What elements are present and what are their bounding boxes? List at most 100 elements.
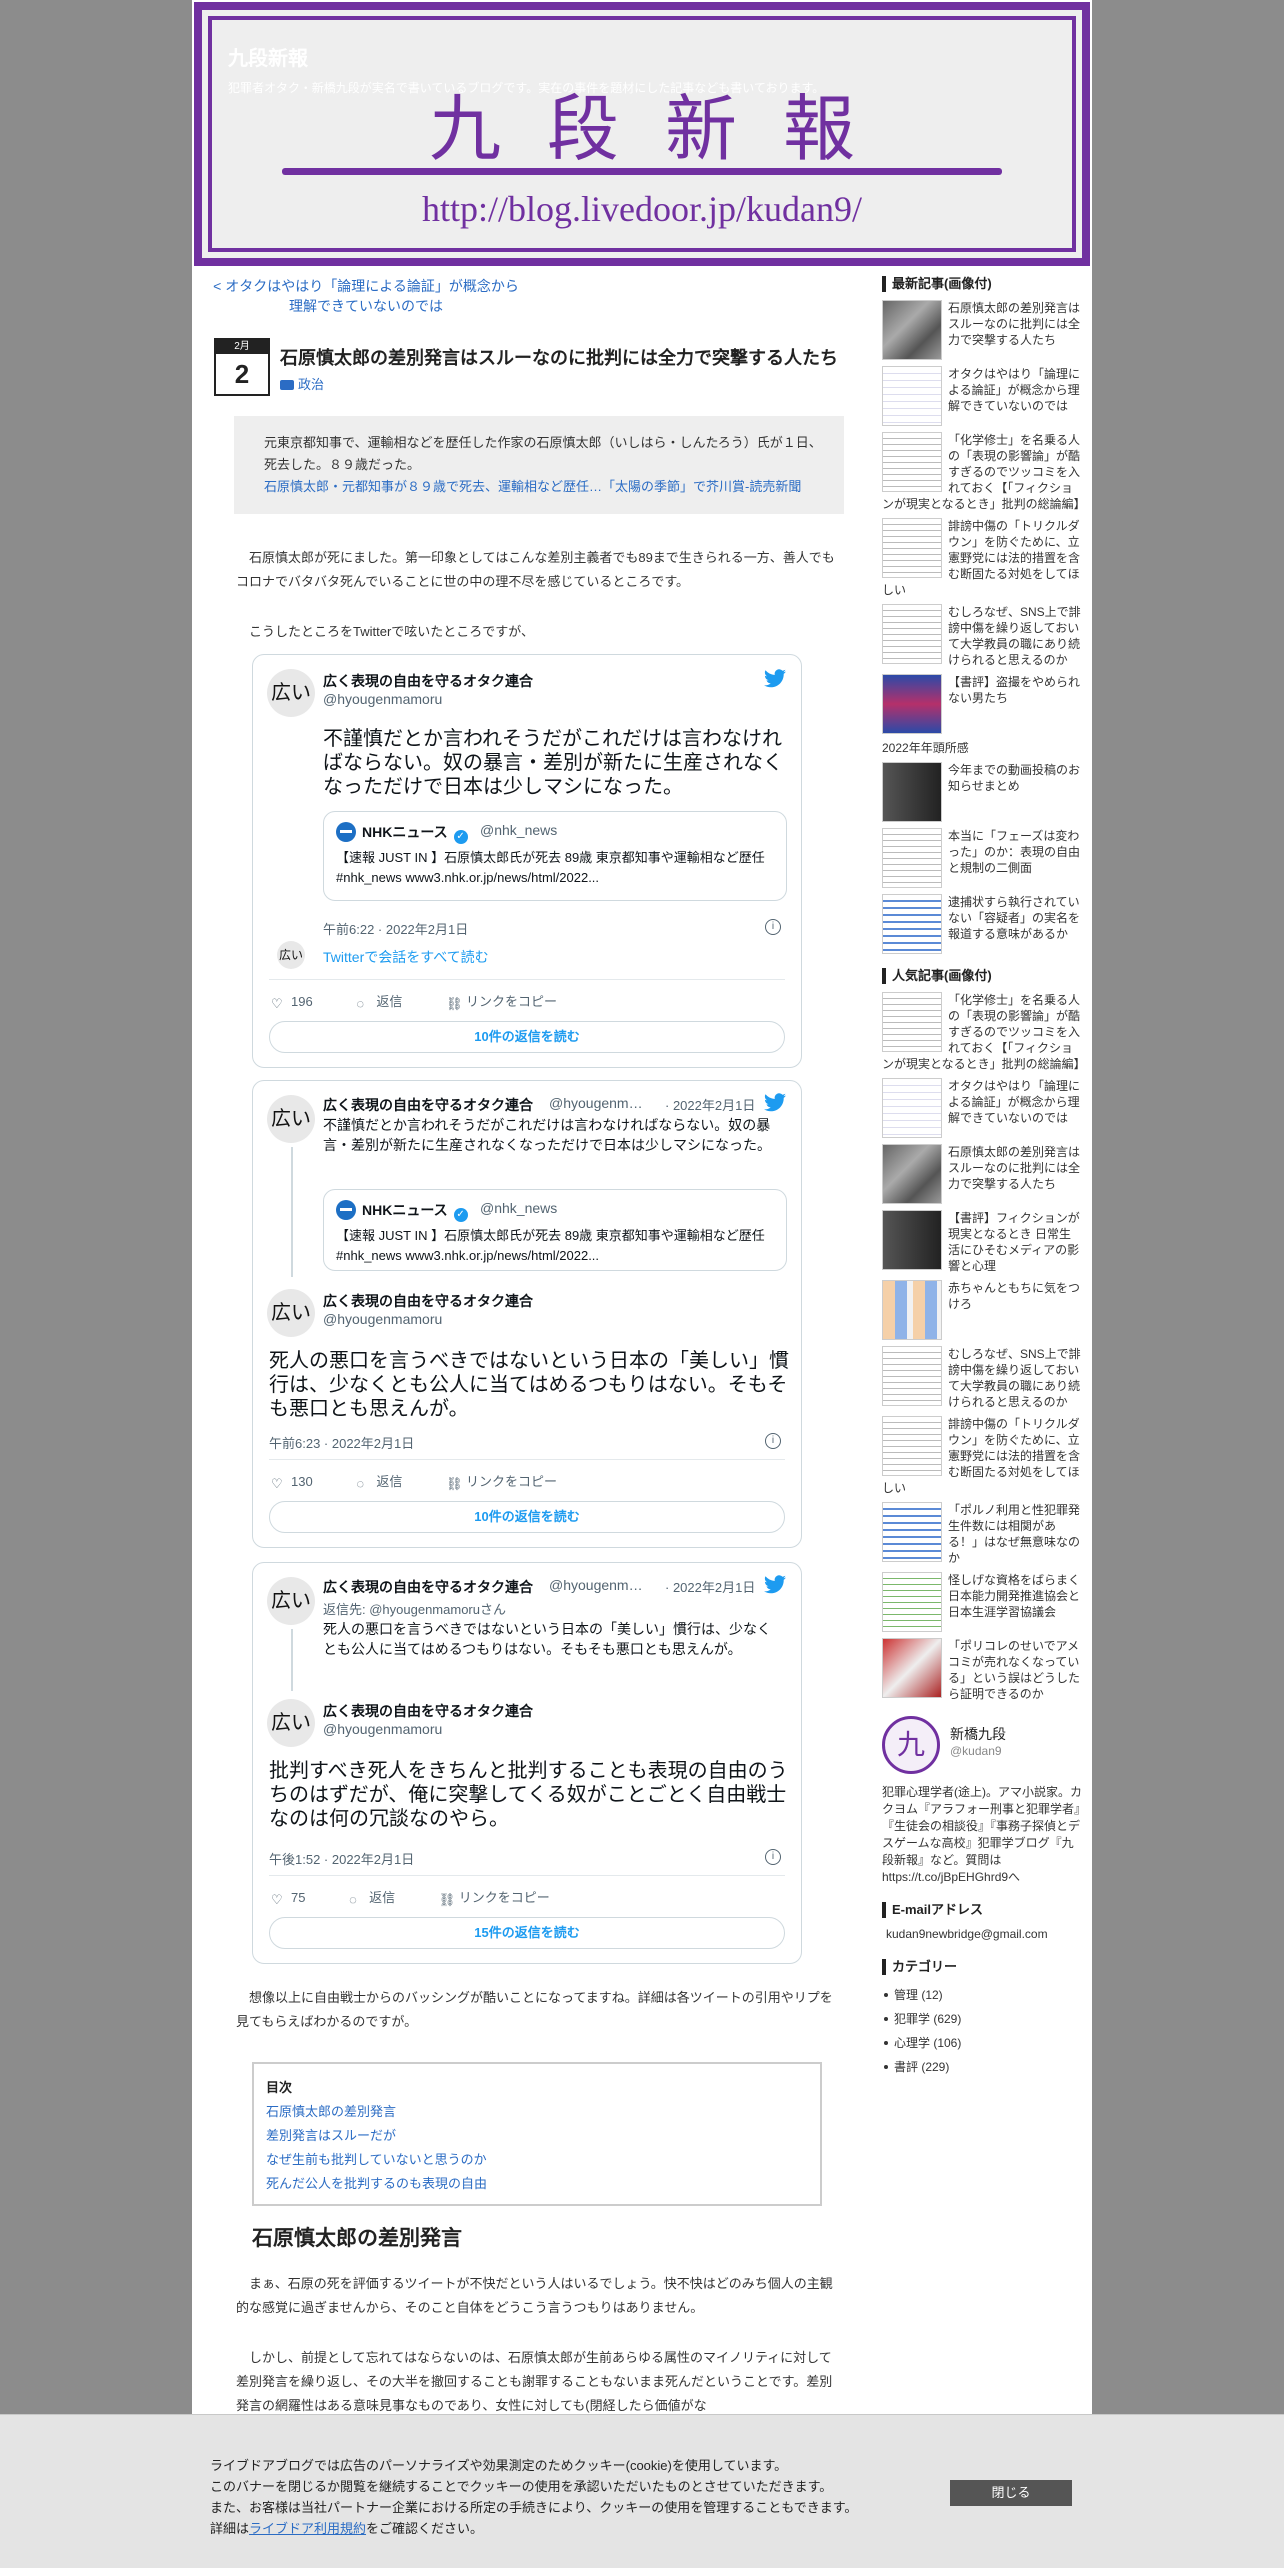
- post-thumbnail[interactable]: [882, 992, 942, 1052]
- quoted-tweet[interactable]: NHKニュース ✓ @nhk_news 【速報 JUST IN 】石原慎太郎氏が…: [323, 811, 787, 901]
- popular-post[interactable]: 怪しげな資格をばらまく日本能力開発推進協会と日本生涯学習協議会: [882, 1572, 1082, 1632]
- prev-article-link[interactable]: < オタクはやはり「論理による論証」が概念から 理解できていないのでは: [210, 276, 522, 316]
- read-replies-button[interactable]: 15件の返信を読む: [269, 1917, 785, 1949]
- recent-post[interactable]: 2022年年頭所感: [882, 740, 1082, 756]
- category-item[interactable]: 心理学 (106): [882, 2031, 1082, 2055]
- twitter-bird-icon[interactable]: [763, 1093, 787, 1113]
- post-thumbnail[interactable]: [882, 1078, 942, 1138]
- recent-post[interactable]: 逮捕状すら執行されていない「容疑者」の実名を報道する意味があるか: [882, 894, 1082, 954]
- tweet-author-handle[interactable]: @hyougenm…: [549, 1095, 643, 1111]
- category-link[interactable]: 政治: [280, 374, 324, 393]
- info-icon[interactable]: i: [765, 1849, 781, 1865]
- recent-post[interactable]: 誹謗中傷の「トリクルダウン」を防ぐために、立憲野党には法的措置を含む断固たる対処…: [882, 518, 1082, 598]
- post-thumbnail[interactable]: [882, 1502, 942, 1562]
- tweet-author-name-2[interactable]: 広く表現の自由を守るオタク連合: [323, 1701, 533, 1721]
- recent-post[interactable]: 【書評】盗撮をやめられない男たち: [882, 674, 1082, 734]
- profile-avatar[interactable]: 九: [882, 1716, 940, 1774]
- quoted-tweet[interactable]: NHKニュース ✓ @nhk_news 【速報 JUST IN 】石原慎太郎氏が…: [323, 1189, 787, 1271]
- tweet-author-handle[interactable]: @hyougenm…: [549, 1577, 643, 1593]
- tweet-author-handle-2[interactable]: @hyougenmamoru: [323, 1721, 442, 1737]
- info-icon[interactable]: i: [765, 919, 781, 935]
- like-button[interactable]: ♡ 75: [271, 1890, 325, 1907]
- copy-link-button[interactable]: ⛓ リンクをコピー: [446, 1474, 577, 1491]
- header-banner[interactable]: 九段新報 犯罪者オタク・新橋九段が実名で書いているブログです。実在の事件を題材に…: [194, 2, 1090, 266]
- site-title[interactable]: 九段新報: [228, 42, 308, 71]
- tweet-author-handle[interactable]: @hyougenmamoru: [323, 691, 442, 707]
- post-thumbnail[interactable]: [882, 366, 942, 426]
- category-item[interactable]: 管理 (12): [882, 1983, 1082, 2007]
- post-thumbnail[interactable]: [882, 604, 942, 664]
- reply-button[interactable]: ◌ 返信: [349, 1890, 415, 1907]
- post-thumbnail[interactable]: [882, 762, 942, 822]
- post-thumbnail[interactable]: [882, 1572, 942, 1632]
- read-conversation-link[interactable]: Twitterで会話をすべて読む: [323, 947, 489, 967]
- toc-item[interactable]: なぜ生前も批判していないと思うのか: [266, 2148, 808, 2172]
- post-thumbnail[interactable]: [882, 1416, 942, 1476]
- popular-post[interactable]: 誹謗中傷の「トリクルダウン」を防ぐために、立憲野党には法的措置を含む断固たる対処…: [882, 1416, 1082, 1496]
- tweet-avatar[interactable]: 広い: [267, 1577, 315, 1625]
- recent-post[interactable]: 石原慎太郎の差別発言はスルーなのに批判には全力で突撃する人たち: [882, 300, 1082, 360]
- post-thumbnail[interactable]: [882, 674, 942, 734]
- twitter-bird-icon[interactable]: [763, 669, 787, 689]
- popular-post[interactable]: 石原慎太郎の差別発言はスルーなのに批判には全力で突撃する人たち: [882, 1144, 1082, 1204]
- popular-post[interactable]: むしろなぜ、SNS上で誹謗中傷を繰り返しておいて大学教員の職にあり続けられると思…: [882, 1346, 1082, 1410]
- recent-post[interactable]: むしろなぜ、SNS上で誹謗中傷を繰り返しておいて大学教員の職にあり続けられると思…: [882, 604, 1082, 668]
- info-icon[interactable]: i: [765, 1433, 781, 1449]
- tweet-timestamp[interactable]: 午前6:23 · 2022年2月1日: [269, 1433, 414, 1452]
- reply-to-label[interactable]: 返信先: @hyougenmamoruさん: [323, 1599, 506, 1618]
- post-thumbnail[interactable]: [882, 1144, 942, 1204]
- tweet-avatar-2[interactable]: 広い: [267, 1699, 315, 1747]
- popular-post[interactable]: 赤ちゃんともちに気をつけろ: [882, 1280, 1082, 1340]
- toc-item[interactable]: 死んだ公人を批判するのも表現の自由: [266, 2172, 808, 2196]
- toc-item[interactable]: 差別発言はスルーだが: [266, 2124, 808, 2148]
- popular-post[interactable]: 「化学修士」を名乗る人の「表現の影響論」が酷すぎるのでツッコミを入れておく【「フ…: [882, 992, 1086, 1072]
- copy-link-button[interactable]: ⛓ リンクをコピー: [439, 1890, 570, 1907]
- tweet-author-name[interactable]: 広く表現の自由を守るオタク連合: [323, 671, 533, 691]
- popular-post[interactable]: 「ポリコレのせいでアメコミが売れなくなっている」という誤はどうしたら証明できるの…: [882, 1638, 1082, 1702]
- tweet-date[interactable]: · 2022年2月1日: [665, 1577, 755, 1596]
- category-item[interactable]: 書評 (229): [882, 2055, 1082, 2079]
- recent-post[interactable]: 本当に「フェーズは変わった」のか：表現の自由と規制の二側面: [882, 828, 1082, 888]
- copy-link-button[interactable]: ⛓ リンクをコピー: [446, 994, 577, 1011]
- post-thumbnail[interactable]: [882, 828, 942, 888]
- category-item[interactable]: 犯罪学 (629): [882, 2007, 1082, 2031]
- close-cookie-button[interactable]: 閉じる: [950, 2480, 1072, 2506]
- popular-post[interactable]: 【書評】フィクションが現実となるとき 日常生活にひそむメディアの影響と心理: [882, 1210, 1082, 1274]
- tweet-author-name[interactable]: 広く表現の自由を守るオタク連合: [323, 1095, 533, 1115]
- recent-post[interactable]: 「化学修士」を名乗る人の「表現の影響論」が酷すぎるのでツッコミを入れておく【「フ…: [882, 432, 1086, 512]
- read-replies-button[interactable]: 10件の返信を読む: [269, 1021, 785, 1053]
- post-thumbnail[interactable]: [882, 894, 942, 954]
- tweet-timestamp[interactable]: 午前6:22 · 2022年2月1日: [323, 919, 468, 938]
- recent-post[interactable]: オタクはやはり「論理による論証」が概念から理解できていないのでは: [882, 366, 1082, 426]
- quote-source-link[interactable]: 石原慎太郎・元都知事が８９歳で死去、運輸相など歴任…「太陽の季節」で芥川賞-読売…: [252, 476, 826, 498]
- read-replies-button[interactable]: 10件の返信を読む: [269, 1501, 785, 1533]
- embedded-tweet-1[interactable]: 広い 広く表現の自由を守るオタク連合 @hyougenmamoru 不謹慎だとか…: [252, 654, 802, 1068]
- like-button[interactable]: ♡ 196: [271, 994, 333, 1011]
- post-thumbnail[interactable]: [882, 1210, 942, 1270]
- toc-item[interactable]: 石原慎太郎の差別発言: [266, 2100, 808, 2124]
- post-thumbnail[interactable]: [882, 1280, 942, 1340]
- tweet-avatar[interactable]: 広い: [267, 669, 315, 717]
- reply-button[interactable]: ◌ 返信: [356, 994, 422, 1011]
- article-title[interactable]: 石原慎太郎の差別発言はスルーなのに批判には全力で突撃する人たち: [280, 344, 860, 370]
- embedded-tweet-3[interactable]: 広い 広く表現の自由を守るオタク連合 @hyougenm… · 2022年2月1…: [252, 1562, 802, 1964]
- post-thumbnail[interactable]: [882, 1638, 942, 1698]
- tweet-avatar[interactable]: 広い: [267, 1095, 315, 1143]
- tweet-author-handle-2[interactable]: @hyougenmamoru: [323, 1311, 442, 1327]
- post-thumbnail[interactable]: [882, 432, 942, 492]
- like-button[interactable]: ♡ 130: [271, 1474, 333, 1491]
- tweet-date[interactable]: · 2022年2月1日: [665, 1095, 755, 1114]
- post-thumbnail[interactable]: [882, 1346, 942, 1406]
- post-thumbnail[interactable]: [882, 300, 942, 360]
- twitter-bird-icon[interactable]: [763, 1575, 787, 1595]
- reply-button[interactable]: ◌ 返信: [356, 1474, 422, 1491]
- tweet-timestamp[interactable]: 午後1:52 · 2022年2月1日: [269, 1849, 414, 1868]
- post-thumbnail[interactable]: [882, 518, 942, 578]
- embedded-tweet-2[interactable]: 広い 広く表現の自由を守るオタク連合 @hyougenm… · 2022年2月1…: [252, 1080, 802, 1548]
- recent-post[interactable]: 今年までの動画投稿のお知らせまとめ: [882, 762, 1082, 822]
- terms-link[interactable]: ライブドア利用規約: [249, 2521, 366, 2536]
- popular-post[interactable]: 「ポルノ利用と性犯罪発生件数には相関がある！」はなぜ無意味なのか: [882, 1502, 1082, 1566]
- tweet-author-name-2[interactable]: 広く表現の自由を守るオタク連合: [323, 1291, 533, 1311]
- tweet-author-name[interactable]: 広く表現の自由を守るオタク連合: [323, 1577, 533, 1597]
- tweet-avatar-2[interactable]: 広い: [267, 1289, 315, 1337]
